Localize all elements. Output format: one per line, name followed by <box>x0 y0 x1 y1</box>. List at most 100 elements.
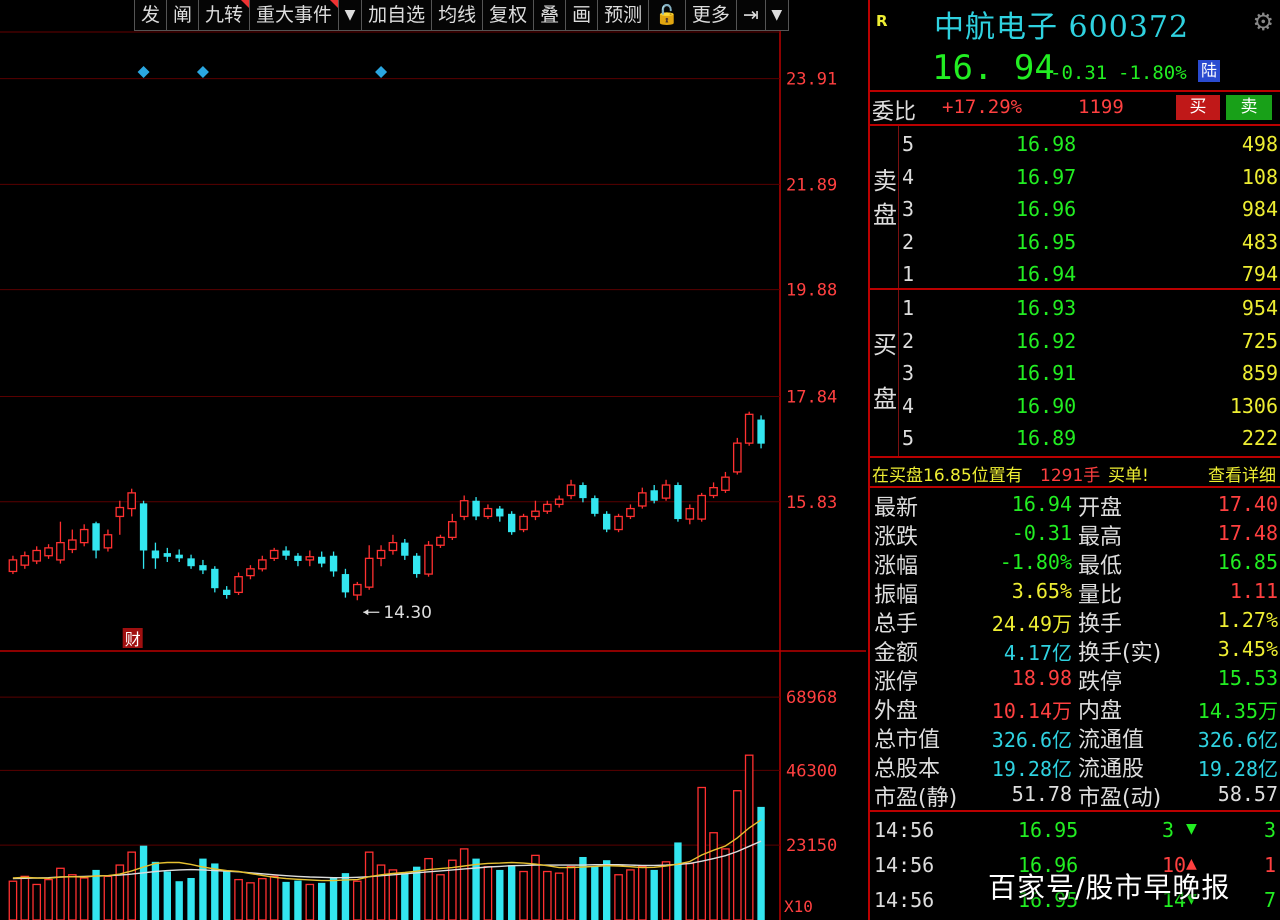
candle-body <box>721 476 730 491</box>
stat-label: 量比 <box>1078 583 1123 608</box>
candle-body <box>211 568 219 589</box>
level-volume: 794 <box>1241 262 1278 286</box>
volume-bar <box>436 874 445 920</box>
big-order-notice: 在买盘16.85位置有 1291手 买单! 查看详细 <box>870 458 1280 488</box>
toolbar-button-label: ▼ <box>344 7 356 23</box>
bid-level-row[interactable]: 2 16.92 725 <box>902 327 1280 359</box>
volume-bar <box>79 877 89 920</box>
volume-bar <box>591 866 599 920</box>
toolbar-button[interactable]: 叠 <box>533 0 567 31</box>
toolbar-button[interactable]: 更多 <box>684 0 737 31</box>
ask-level-row[interactable]: 3 16.96 984 <box>902 195 1280 227</box>
toolbar-button[interactable]: 加自选 <box>361 0 433 31</box>
level-number: 3 <box>902 197 915 221</box>
level-price: 16.97 <box>1016 164 1077 189</box>
low-annotation-arrow-icon <box>363 609 369 616</box>
bid-level-row[interactable]: 4 16.90 1306 <box>902 392 1280 424</box>
ask-side-char-2: 盘 <box>873 201 897 229</box>
volume-bar <box>685 862 695 920</box>
event-diamond-icon <box>375 66 388 78</box>
bid-level-row[interactable]: 1 16.93 954 <box>902 294 1280 326</box>
buy-button[interactable]: 买 <box>1176 95 1220 120</box>
level-price: 16.91 <box>1016 361 1077 385</box>
candle-body <box>637 492 647 507</box>
price-axis-label: 23.91 <box>786 70 837 90</box>
dropdown-arrow-icon[interactable]: ▼ <box>338 0 363 31</box>
level-volume: 859 <box>1241 361 1278 385</box>
volume-axis-label: 23150 <box>786 836 837 856</box>
candle-body <box>115 506 125 518</box>
order-ratio-pct: +17.29% <box>942 96 1023 118</box>
sell-button[interactable]: 卖 <box>1226 95 1272 120</box>
kline-chart[interactable]: 23.91 21.89 19.88 17.84 15.83 68968 46300 23150… <box>0 0 866 920</box>
chart-panel[interactable]: 23.91 21.89 19.88 17.84 15.83 68968 46300 23150… <box>0 0 866 920</box>
candle-body <box>199 565 207 571</box>
volume-bar <box>721 848 730 920</box>
toolbar-button[interactable]: ⇥ <box>735 0 766 31</box>
ask-side-char-1: 卖 <box>873 167 897 195</box>
toolbar-button[interactable]: 均线 <box>431 0 484 31</box>
candle-body <box>519 515 528 531</box>
gear-icon[interactable]: ⚙ <box>1252 8 1274 36</box>
ask-book: 卖 盘 5 16.98 498 4 16.97 108 3 16.96 984 2 16.95 483… <box>870 126 1280 290</box>
toolbar-button[interactable]: 重大事件 <box>249 0 340 31</box>
candle-body <box>67 539 77 551</box>
volume-bar <box>151 861 160 920</box>
price-axis-label: 15.83 <box>786 493 837 513</box>
candle-body <box>413 555 421 575</box>
volume-bar <box>376 864 386 920</box>
stat-value: 19.28亿 <box>1197 757 1278 781</box>
ask-level-row[interactable]: 5 16.98 498 <box>902 130 1280 162</box>
finance-marker-label: 财 <box>125 630 141 649</box>
toolbar-button[interactable]: 复权 <box>482 0 535 31</box>
volume-bar <box>483 866 493 920</box>
volume-bar <box>211 863 219 920</box>
toolbar-button[interactable]: 发 <box>134 0 168 31</box>
level-number: 4 <box>902 164 915 189</box>
volume-bar <box>661 861 671 920</box>
level-number: 5 <box>902 132 915 156</box>
toolbar-button-label: 均线 <box>438 4 477 26</box>
stat-value: 17.40 <box>1217 492 1278 516</box>
candle-body <box>744 413 754 444</box>
toolbar-button-label: 预测 <box>604 4 643 26</box>
ask-level-row[interactable]: 1 16.94 794 <box>902 260 1280 292</box>
tick-row[interactable]: 14:56 16.95 3 3 ▼ <box>870 814 1280 848</box>
volume-bar <box>757 806 765 920</box>
volume-unit-label: X10 <box>784 897 813 916</box>
stat-label: 市盈(动) <box>1078 786 1162 811</box>
toolbar-button[interactable]: 画 <box>565 0 599 31</box>
last-price: 16. 94 <box>932 48 1055 88</box>
toolbar-button[interactable]: 九转 <box>198 0 251 31</box>
watermark: 百家号/股市早晚报 <box>988 871 1231 904</box>
tick-time: 14:56 <box>874 853 935 877</box>
r-badge: R <box>876 12 888 30</box>
stats-row: 外盘 10.14万 内盘 14.35万 <box>870 693 1280 724</box>
ask-level-row[interactable]: 2 16.95 483 <box>902 228 1280 260</box>
candle-body <box>531 510 540 518</box>
bid-level-row[interactable]: 5 16.89 222 <box>902 424 1280 456</box>
volume-bar <box>508 865 516 920</box>
bid-level-row[interactable]: 3 16.91 859 <box>902 359 1280 391</box>
level-number: 3 <box>902 361 915 385</box>
stat-label: 总股本 <box>874 757 941 782</box>
notice-detail-link[interactable]: 查看详细 <box>1208 461 1276 486</box>
candle-body <box>472 500 480 517</box>
toolbar-button[interactable]: 阐 <box>166 0 200 31</box>
volume-bar <box>388 869 398 920</box>
level-number: 2 <box>902 328 915 353</box>
volume-bar <box>401 873 409 920</box>
dropdown-arrow-icon[interactable]: ▼ <box>764 0 789 31</box>
stat-value: 51.78 <box>1011 782 1072 806</box>
volume-bar <box>187 877 195 920</box>
stats-row: 涨跌 -0.31 最高 17.48 <box>870 519 1280 550</box>
ask-level-row[interactable]: 4 16.97 108 <box>902 163 1280 195</box>
toolbar-button-label: 更多 <box>691 4 730 26</box>
toolbar-button[interactable]: 🔓 <box>648 0 686 31</box>
exchange-tag[interactable]: 陆 <box>1198 60 1220 82</box>
volume-bar <box>282 881 290 920</box>
toolbar-button[interactable]: 预测 <box>597 0 650 31</box>
bid-side-char-1: 买 <box>873 331 897 359</box>
candle-body <box>282 550 290 556</box>
candle-body <box>697 494 707 520</box>
